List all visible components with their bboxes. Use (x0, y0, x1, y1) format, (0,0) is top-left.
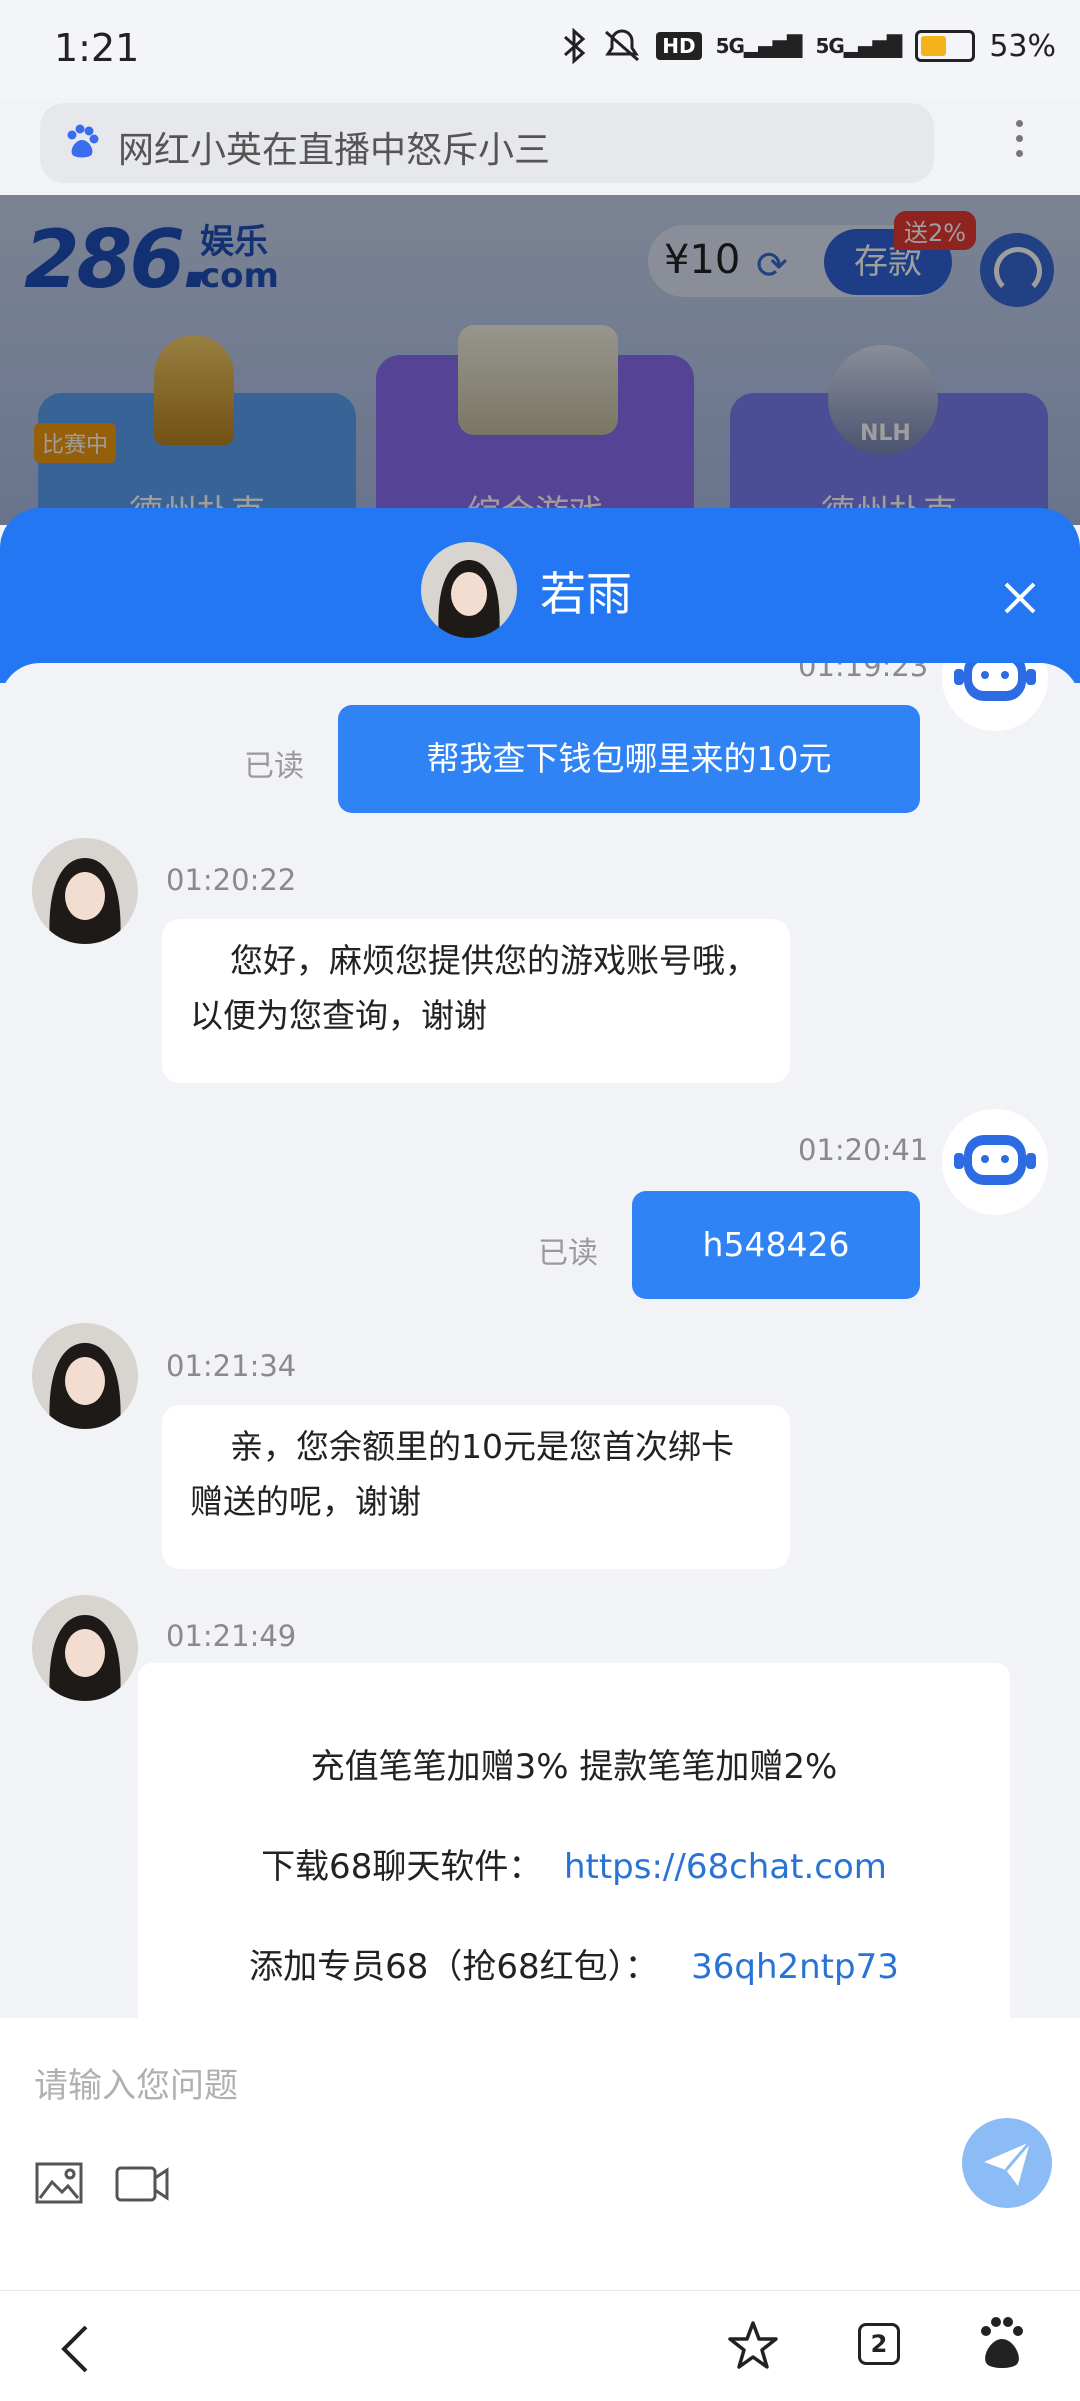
signal-icon-1: 5G▂▄▆█ (715, 34, 803, 58)
agent-id-link[interactable]: 36qh2ntp73 (691, 1947, 899, 1987)
battery-icon (915, 30, 976, 62)
user-bot-avatar (942, 1109, 1048, 1215)
agent-avatar (32, 838, 138, 944)
message-list[interactable]: 01:19:23 已读 帮我查下钱包哪里来的10元 01:20:22 您好，麻烦… (0, 663, 1080, 2025)
message-input[interactable]: 请输入您问题 (34, 2058, 238, 2107)
agent-avatar (421, 542, 517, 638)
hd-icon: HD (656, 32, 702, 60)
overlay-dim (0, 195, 1080, 525)
message-bubble-in[interactable]: 亲，您余额里的10元是您首次绑卡赠送的呢，谢谢 (162, 1405, 790, 1569)
back-icon[interactable] (56, 2321, 96, 2377)
read-status: 已读 (538, 1236, 598, 1271)
message-bubble-in[interactable]: 您好，麻烦您提供您的游戏账号哦，以便为您查询，谢谢 (162, 919, 790, 1083)
message-time: 01:19:23 (798, 663, 929, 683)
casino-site-header: 286. 娱乐com ¥10 ⟳ 存款 送2% 德州扑克 综合游戏 德州扑克 N… (0, 195, 1080, 525)
message-time: 01:20:41 (798, 1133, 929, 1167)
more-menu-button[interactable] (1004, 112, 1034, 176)
image-upload-icon[interactable] (34, 2158, 84, 2208)
more-dots-icon (1015, 120, 1023, 127)
agent-avatar (32, 1323, 138, 1429)
agent-avatar (32, 1595, 138, 1701)
star-icon[interactable] (726, 2319, 780, 2373)
signal-icon-2: 5G▂▄▆█ (815, 34, 902, 58)
chat-input-area: 请输入您问题 (0, 2018, 1080, 2290)
tabs-button[interactable]: 2 (858, 2323, 900, 2365)
chat-header: 若雨 (0, 508, 1080, 683)
message-time: 01:21:34 (166, 1349, 297, 1383)
promo-message[interactable]: 充值笔笔加赠3% 提款笔笔加赠2% 下载68聊天软件： https://68ch… (138, 1663, 1010, 2025)
mute-icon (605, 29, 640, 62)
send-icon (984, 2141, 1032, 2186)
send-button[interactable] (962, 2118, 1052, 2208)
chat-panel: 若雨 01:19:23 已读 帮我查下钱包哪里来的10元 01:20:22 您好… (0, 508, 1080, 2400)
promo-line-2: 下载68聊天软件： https://68chat.com (261, 1847, 887, 1887)
download-link[interactable]: https://68chat.com (564, 1847, 887, 1887)
user-bot-avatar (942, 663, 1048, 731)
browser-bottom-nav: 2 (0, 2290, 1080, 2401)
read-status: 已读 (244, 749, 304, 784)
search-query: 网红小英在直播中怒斥小三 (118, 130, 551, 171)
status-time: 1:21 (54, 26, 140, 70)
message-time: 01:21:49 (166, 1619, 297, 1653)
baidu-home-icon[interactable] (976, 2315, 1028, 2375)
close-icon[interactable] (1000, 578, 1040, 618)
promo-line-1: 充值笔笔加赠3% 提款笔笔加赠2% (310, 1747, 838, 1787)
message-bubble-out[interactable]: h548426 (632, 1191, 920, 1299)
status-bar: 1:21 HD 5G▂▄▆█ 5G▂▄▆█ 53% (0, 0, 1080, 98)
message-bubble-out[interactable]: 帮我查下钱包哪里来的10元 (338, 705, 920, 813)
battery-percent: 53% (989, 28, 1056, 64)
promo-line-3: 添加专员68（抢68红包）： 36qh2ntp73 (249, 1947, 899, 1987)
search-bar[interactable]: 网红小英在直播中怒斥小三 (40, 103, 934, 183)
message-time: 01:20:22 (166, 863, 297, 897)
baidu-paw-icon (67, 124, 99, 158)
video-upload-icon[interactable] (114, 2158, 170, 2208)
agent-name: 若雨 (540, 567, 632, 621)
bluetooth-icon (564, 28, 586, 64)
status-icons: HD 5G▂▄▆█ 5G▂▄▆█ 53% (562, 28, 1056, 64)
